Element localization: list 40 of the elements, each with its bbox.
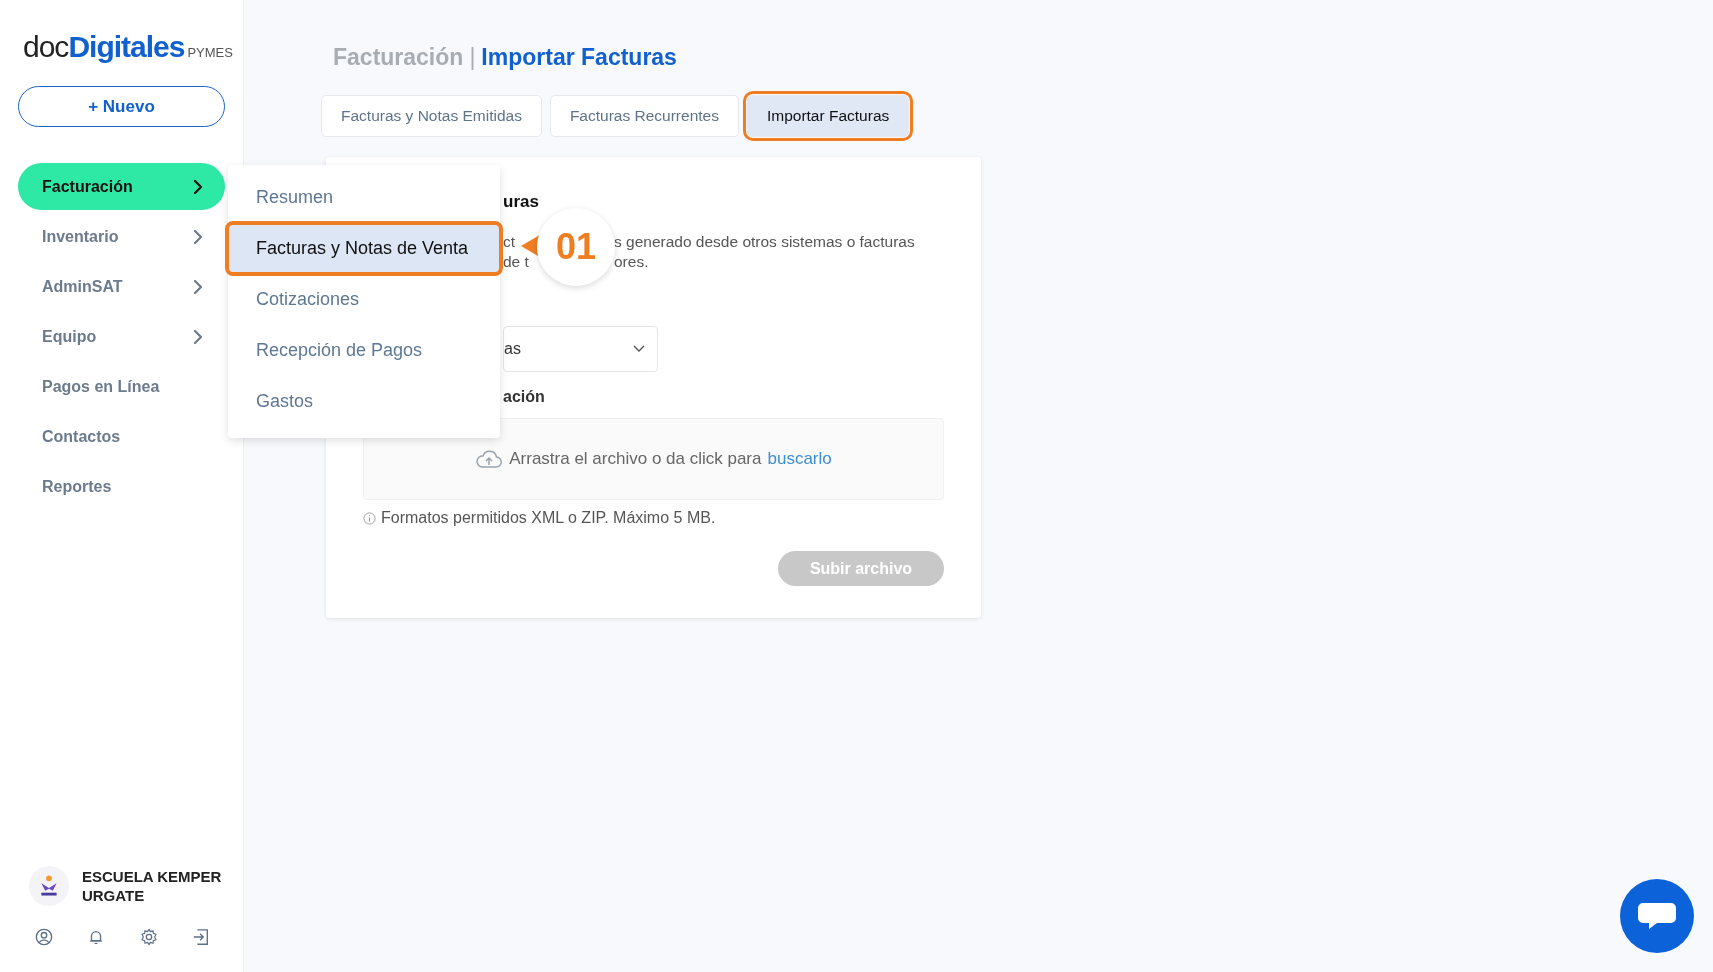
format-hint: Formatos permitidos XML o ZIP. Máximo 5 MB. [381,509,716,527]
sidebar-item[interactable]: Contactos [18,413,225,460]
submenu-item[interactable]: Resumen [228,173,500,222]
sidebar-item[interactable]: Facturación [18,163,225,210]
chevron-down-icon [633,345,645,353]
submenu-item[interactable]: Recepción de Pagos [228,326,500,375]
sidebar-item[interactable]: Pagos en Línea [18,363,225,410]
cloud-upload-icon [475,449,504,469]
logo-text: doc [23,30,69,64]
file-dropzone[interactable]: Arrastra el archivo o da click para buscarlo [363,418,944,500]
tab[interactable]: Facturas y Notas Emitidas [321,95,542,137]
description-text: ct [503,232,516,252]
submenu-item[interactable]: Facturas y Notas de Venta [228,224,500,273]
settings-icon[interactable] [139,928,158,946]
sidebar-item[interactable]: AdminSAT [18,263,225,310]
submenu-item[interactable]: Cotizaciones [228,275,500,324]
sidebar-item[interactable]: Reportes [18,463,225,510]
description-text: ores. [614,252,650,272]
card-title: uras [502,192,540,212]
tab[interactable]: Facturas Recurrentes [549,95,739,137]
dropzone-text: Arrastra el archivo o da click para [509,449,762,469]
new-button[interactable]: + Nuevo [18,86,225,127]
info-icon [363,511,376,525]
account-name: ESCUELA KEMPER URGATE [81,867,223,905]
logout-icon[interactable] [192,928,210,946]
browse-link[interactable]: buscarlo [767,449,832,469]
chat-bubble-icon [1637,901,1677,931]
logo-text: PYMES [187,45,233,60]
description-text: de t [503,252,529,272]
breadcrumb-separator: | [469,44,476,71]
logo-text: Digitales [68,30,185,64]
field-label: ación [502,388,546,406]
user-icon[interactable] [35,928,53,946]
select-field[interactable]: as [503,326,658,372]
description-text: s generado desde otros sistemas o facturas [614,232,916,252]
organization-logo-icon [28,864,70,908]
page-title: Importar Facturas [481,44,677,71]
sidebar-item[interactable]: Inventario [18,213,225,260]
breadcrumb-section: Facturación [333,44,464,71]
sidebar-item[interactable]: Equipo [18,313,225,360]
